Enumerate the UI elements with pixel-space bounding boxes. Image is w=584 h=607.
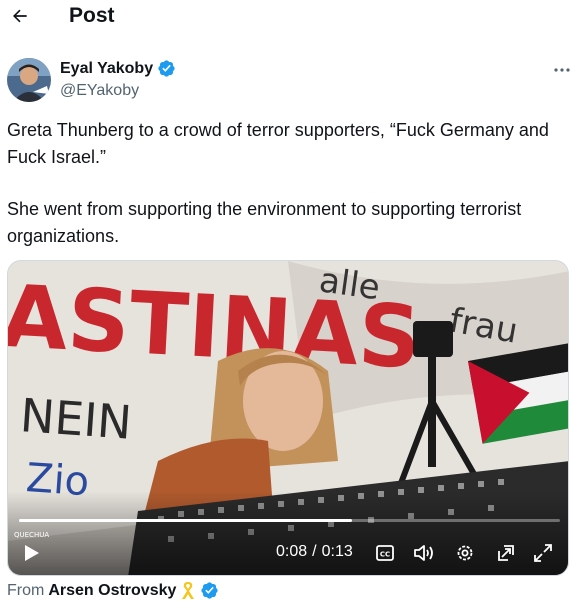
- play-icon: [25, 545, 39, 561]
- author-handle[interactable]: @EYakoby: [60, 82, 139, 100]
- source-prefix: From: [7, 581, 45, 599]
- back-button[interactable]: [6, 2, 34, 30]
- tweet-text: Greta Thunberg to a crowd of terror supp…: [7, 117, 569, 250]
- tweet-paragraph: Greta Thunberg to a crowd of terror supp…: [7, 120, 549, 167]
- pip-button[interactable]: [494, 541, 518, 565]
- captions-icon: CC: [376, 545, 394, 561]
- svg-text:CC: CC: [380, 551, 390, 559]
- current-time: 0:08: [276, 543, 308, 560]
- volume-button[interactable]: [412, 541, 436, 565]
- video-frame: ASTINAS NEIN Zio alle frau QUECHUA: [8, 261, 568, 575]
- captions-button[interactable]: CC: [374, 542, 396, 564]
- source-name[interactable]: Arsen Ostrovsky: [48, 582, 176, 600]
- author-row: Eyal Yakoby @EYakoby: [0, 52, 584, 108]
- settings-button[interactable]: [453, 541, 477, 565]
- banner-text: NEIN: [19, 388, 134, 450]
- video-time: 0:08 / 0:13: [276, 543, 353, 561]
- scarf-label: QUECHUA: [14, 531, 49, 539]
- pip-icon: [498, 545, 514, 561]
- more-options-button[interactable]: [550, 60, 574, 80]
- arrow-left-icon: [13, 9, 27, 23]
- tweet-paragraph: She went from supporting the environment…: [7, 199, 522, 246]
- more-icon: [554, 68, 570, 72]
- video-progress-fill: [19, 519, 352, 522]
- video-source: From Arsen Ostrovsky: [7, 581, 219, 600]
- avatar[interactable]: [7, 58, 51, 102]
- post-header: Post: [0, 0, 584, 34]
- author-name[interactable]: Eyal Yakoby: [60, 60, 153, 78]
- video-player[interactable]: ASTINAS NEIN Zio alle frau QUECHUA 0:08 …: [7, 260, 569, 576]
- time-separator: /: [312, 543, 317, 560]
- video-progress-bar[interactable]: [19, 519, 560, 522]
- yellow-ribbon-icon: [182, 582, 195, 599]
- verified-badge-icon: [201, 582, 219, 599]
- settings-icon: [457, 545, 473, 561]
- duration: 0:13: [321, 543, 353, 560]
- verified-badge-icon: [158, 60, 175, 77]
- fullscreen-button[interactable]: [531, 541, 555, 565]
- page-title: Post: [69, 4, 115, 27]
- banner-text: alle: [317, 261, 383, 308]
- play-button[interactable]: [20, 541, 44, 565]
- volume-icon: [414, 545, 433, 561]
- fullscreen-icon: [534, 544, 552, 562]
